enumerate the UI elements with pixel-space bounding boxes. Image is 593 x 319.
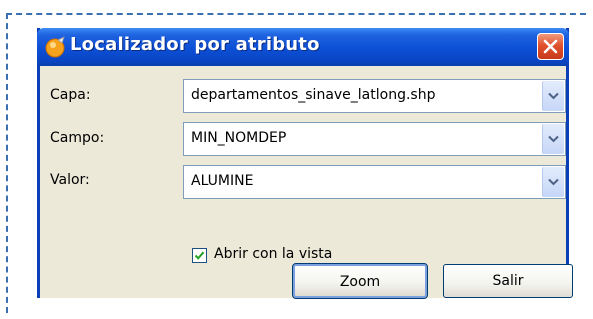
close-button[interactable] bbox=[537, 33, 564, 60]
campo-label: Campo: bbox=[50, 130, 105, 146]
localizador-dialog: Localizador por atributo Capa: departame… bbox=[37, 28, 573, 299]
chevron-down-icon bbox=[548, 92, 559, 100]
dashed-frame-top bbox=[6, 13, 586, 15]
campo-dropdown-button[interactable] bbox=[542, 124, 564, 154]
campo-select[interactable]: MIN_NOMDEP bbox=[183, 122, 566, 156]
campo-value: MIN_NOMDEP bbox=[191, 130, 287, 146]
salir-button[interactable]: Salir bbox=[443, 264, 573, 298]
title-bar[interactable]: Localizador por atributo bbox=[37, 28, 569, 66]
valor-label: Valor: bbox=[50, 172, 90, 188]
valor-value: ALUMINE bbox=[191, 173, 254, 189]
checkmark-icon bbox=[194, 251, 205, 260]
app-icon bbox=[44, 36, 66, 58]
zoom-button[interactable]: Zoom bbox=[292, 263, 428, 299]
abrir-label: Abrir con la vista bbox=[214, 246, 333, 262]
chevron-down-icon bbox=[548, 135, 559, 143]
capa-value: departamentos_sinave_latlong.shp bbox=[191, 87, 436, 103]
dialog-title: Localizador por atributo bbox=[70, 34, 320, 55]
close-icon bbox=[543, 39, 558, 54]
valor-dropdown-button[interactable] bbox=[542, 167, 564, 197]
dashed-frame-left bbox=[6, 13, 8, 313]
capa-label: Capa: bbox=[50, 87, 91, 103]
capa-select[interactable]: departamentos_sinave_latlong.shp bbox=[183, 79, 566, 113]
screenshot-page: Localizador por atributo Capa: departame… bbox=[0, 0, 593, 319]
capa-dropdown-button[interactable] bbox=[542, 81, 564, 111]
chevron-down-icon bbox=[548, 178, 559, 186]
abrir-checkbox[interactable] bbox=[192, 248, 207, 263]
valor-select[interactable]: ALUMINE bbox=[183, 165, 566, 199]
